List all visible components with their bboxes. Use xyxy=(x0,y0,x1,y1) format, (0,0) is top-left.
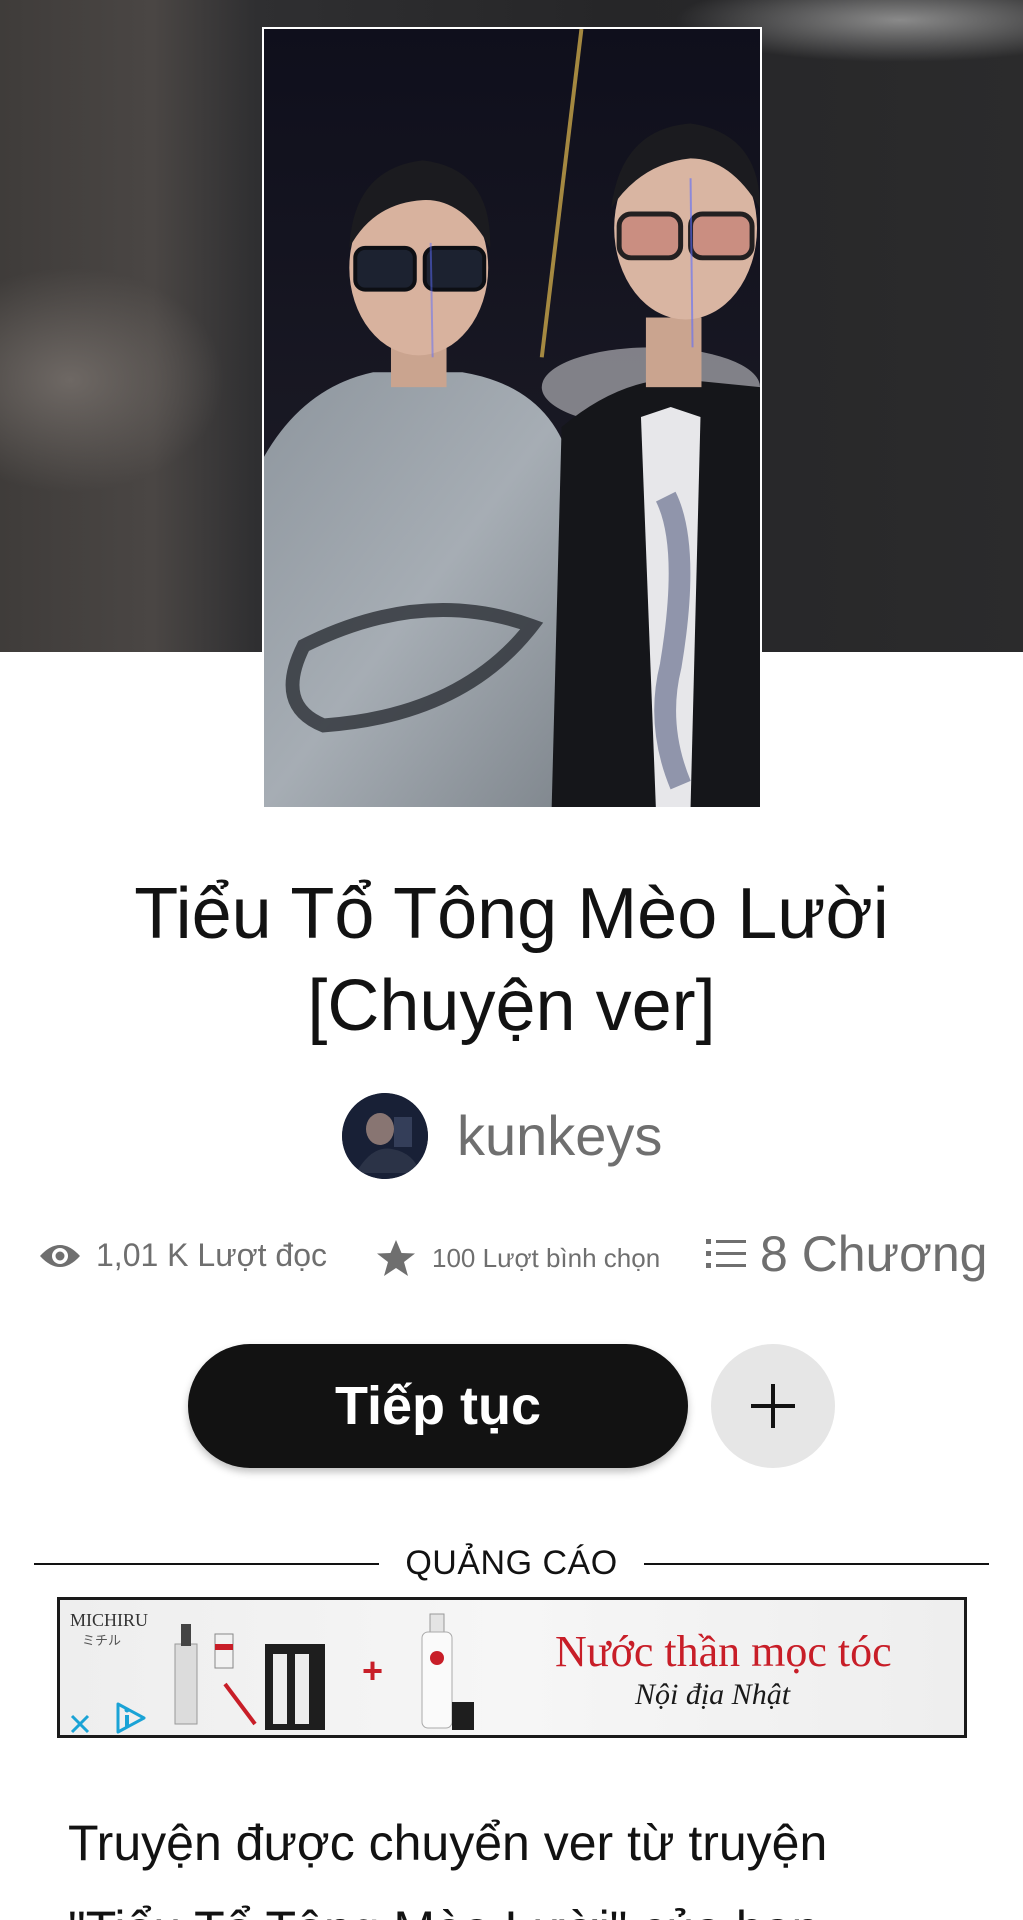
author-avatar[interactable] xyxy=(342,1093,428,1179)
story-description: Truyện được chuyển ver từ truyện "Tiểu T… xyxy=(68,1800,968,1920)
ad-brand: MICHIRU xyxy=(70,1610,149,1630)
story-title-line-2: [Chuyện ver] xyxy=(307,966,716,1046)
story-stats: 1,01 K Lượt đọc 100 Lượt bình chọn 8 Chư… xyxy=(0,1225,1023,1295)
cover-illustration xyxy=(264,29,760,807)
story-title: Tiểu Tổ Tông Mèo Lười [Chuyện ver] xyxy=(40,868,983,1052)
ad-banner[interactable]: MICHIRU ミチル + Nước thần mọc tóc Nội địa … xyxy=(57,1597,967,1738)
ad-headline: Nước thần mọc tóc xyxy=(555,1627,892,1676)
story-cover-image xyxy=(262,27,762,809)
plus-icon xyxy=(751,1384,795,1428)
close-icon[interactable] xyxy=(68,1712,92,1736)
ad-brand-sub: ミチル xyxy=(82,1633,122,1648)
stat-parts-label[interactable]: 8 Chương xyxy=(760,1225,988,1283)
description-line-2: "Tiểu Tổ Tông Mèo Lười" của bạn xyxy=(68,1886,968,1920)
stat-reads-label: 1,01 K Lượt đọc xyxy=(96,1237,327,1273)
eye-icon xyxy=(40,1244,80,1267)
description-line-1: Truyện được chuyển ver từ truyện xyxy=(68,1815,828,1871)
stat-votes-label: 100 Lượt bình chọn xyxy=(432,1242,661,1273)
avatar-illustration xyxy=(342,1093,428,1179)
ad-info-icon[interactable] xyxy=(112,1700,148,1736)
continue-reading-button[interactable]: Tiếp tục xyxy=(188,1344,688,1468)
story-title-line-1: Tiểu Tổ Tông Mèo Lười xyxy=(134,874,889,954)
list-icon xyxy=(706,1239,746,1268)
author-name[interactable]: kunkeys xyxy=(457,1103,662,1169)
ad-plus-sign: + xyxy=(362,1650,384,1691)
ad-subline: Nội địa Nhật xyxy=(635,1678,791,1711)
ad-bottle-image xyxy=(421,1613,474,1730)
ad-divider-right xyxy=(644,1563,989,1565)
stat-votes: 100 Lượt bình chọn xyxy=(376,1239,660,1277)
add-to-library-button[interactable] xyxy=(711,1344,835,1468)
author-row[interactable]: kunkeys xyxy=(0,1093,1023,1179)
ad-product-image xyxy=(174,1624,325,1730)
star-icon xyxy=(377,1240,415,1276)
stat-parts[interactable]: 8 Chương xyxy=(706,1225,988,1283)
stat-reads: 1,01 K Lượt đọc xyxy=(38,1237,327,1274)
ad-section-header: QUẢNG CÁO xyxy=(34,1544,989,1584)
